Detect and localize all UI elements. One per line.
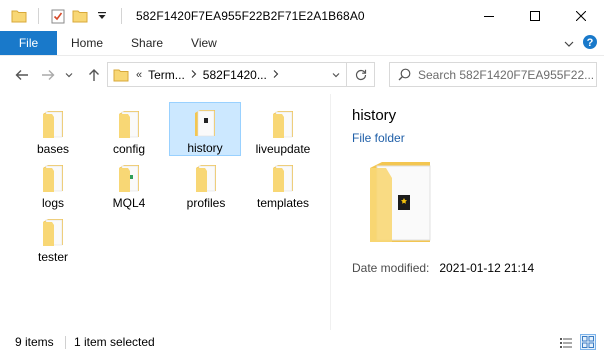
chevron-right-icon xyxy=(191,69,197,78)
ribbon-right-controls: ? xyxy=(564,31,598,56)
folder-label: liveupdate xyxy=(255,142,311,156)
arrow-left-icon xyxy=(15,70,28,80)
folder-item-templates[interactable]: templates xyxy=(247,158,319,212)
status-bar: 9 items 1 item selected xyxy=(0,330,604,354)
tab-share[interactable]: Share xyxy=(117,31,177,55)
ribbon-tabs: File Home Share View ? xyxy=(0,31,604,56)
date-modified-value: 2021-01-12 21:14 xyxy=(439,261,535,275)
breadcrumb-item[interactable]: Term... xyxy=(148,68,185,82)
forward-button[interactable] xyxy=(36,63,60,87)
new-folder-icon[interactable] xyxy=(69,5,91,27)
folder-item-bases[interactable]: bases xyxy=(17,104,89,158)
close-button[interactable] xyxy=(558,0,604,31)
folder-icon xyxy=(193,107,217,139)
help-button[interactable]: ? xyxy=(582,34,598,53)
folder-label: history xyxy=(187,141,223,155)
details-view-icon xyxy=(560,337,572,348)
large-icons-view-button[interactable] xyxy=(580,334,596,350)
address-dropdown-button[interactable] xyxy=(326,63,346,86)
folder-label: logs xyxy=(41,196,64,210)
tab-file[interactable]: File xyxy=(0,31,57,55)
folder-icon xyxy=(194,162,218,194)
title-bar: 582F1420F7EA955F22B2F71E2A1B68A0 xyxy=(0,0,604,31)
folder-icon xyxy=(41,108,65,140)
folder-icon xyxy=(41,162,65,194)
breadcrumb-separator[interactable] xyxy=(191,69,197,81)
window-title: 582F1420F7EA955F22B2F71E2A1B68A0 xyxy=(136,8,365,23)
navigation-bar: « Term... 582F1420... xyxy=(0,56,604,94)
folder-label: MQL4 xyxy=(112,196,146,210)
large-folder-icon xyxy=(368,160,434,249)
expand-ribbon-button[interactable] xyxy=(564,37,574,51)
refresh-icon xyxy=(355,69,366,80)
preview-date-modified: Date modified: 2021-01-12 21:14 xyxy=(352,261,534,275)
details-view-button[interactable] xyxy=(558,334,574,350)
up-button[interactable] xyxy=(82,63,106,87)
preview-type: File folder xyxy=(352,131,405,145)
folder-icon xyxy=(41,216,65,248)
folder-item-profiles[interactable]: profiles xyxy=(170,158,242,212)
arrow-right-icon xyxy=(42,70,55,80)
quick-access-toolbar xyxy=(0,5,130,27)
search-icon xyxy=(390,68,418,81)
folder-label: tester xyxy=(37,250,68,264)
breadcrumb-separator[interactable] xyxy=(273,69,279,81)
minimize-icon xyxy=(484,15,494,17)
close-icon xyxy=(576,10,586,21)
help-icon: ? xyxy=(583,35,597,49)
folder-icon xyxy=(117,108,141,140)
folder-label: profiles xyxy=(186,196,226,210)
arrow-up-icon xyxy=(89,69,99,81)
tab-view[interactable]: View xyxy=(177,31,231,55)
details-pane: history File folder Date modified: 2021-… xyxy=(331,94,604,330)
breadcrumb-overflow[interactable]: « xyxy=(136,69,142,81)
file-list: bases config history liveupdate logs MQL… xyxy=(0,94,330,330)
selection-count: 1 item selected xyxy=(74,335,155,349)
search-box[interactable] xyxy=(389,62,597,87)
address-bar[interactable]: « Term... 582F1420... xyxy=(107,62,347,87)
breadcrumb-item[interactable]: 582F1420... xyxy=(203,68,267,82)
folder-icon xyxy=(117,162,141,194)
tab-home[interactable]: Home xyxy=(57,31,117,55)
folder-item-history[interactable]: history xyxy=(169,102,241,156)
properties-icon[interactable] xyxy=(47,5,69,27)
maximize-icon xyxy=(530,10,540,21)
large-icons-view-icon xyxy=(582,336,594,348)
minimize-button[interactable] xyxy=(466,0,512,31)
status-divider xyxy=(65,336,66,349)
recent-locations-button[interactable] xyxy=(62,63,76,87)
window-controls xyxy=(466,0,604,31)
folder-item-tester[interactable]: tester xyxy=(17,212,89,266)
view-switcher xyxy=(558,334,596,350)
chevron-down-icon xyxy=(332,72,340,77)
item-count: 9 items xyxy=(15,335,54,349)
maximize-button[interactable] xyxy=(512,0,558,31)
chevron-down-icon xyxy=(65,73,73,78)
folder-item-config[interactable]: config xyxy=(93,104,165,158)
folder-item-liveupdate[interactable]: liveupdate xyxy=(247,104,319,158)
svg-text:?: ? xyxy=(587,37,594,49)
toolbar-divider xyxy=(38,7,39,24)
refresh-button[interactable] xyxy=(347,62,375,87)
folder-icon xyxy=(271,162,295,194)
folder-label: templates xyxy=(256,196,310,210)
preview-title: history xyxy=(352,107,397,124)
folder-icon[interactable] xyxy=(8,5,30,27)
folder-item-logs[interactable]: logs xyxy=(17,158,89,212)
folder-label: bases xyxy=(36,142,70,156)
toolbar-divider xyxy=(121,7,122,24)
folder-item-mql4[interactable]: MQL4 xyxy=(93,158,165,212)
date-modified-label: Date modified: xyxy=(352,261,430,275)
chevron-right-icon xyxy=(273,69,279,78)
search-input[interactable] xyxy=(418,67,594,82)
folder-label: config xyxy=(112,142,146,156)
folder-icon xyxy=(271,108,295,140)
customize-toolbar-dropdown-icon[interactable] xyxy=(91,5,113,27)
chevron-down-icon xyxy=(564,41,574,47)
back-button[interactable] xyxy=(10,63,34,87)
folder-icon xyxy=(110,68,132,82)
